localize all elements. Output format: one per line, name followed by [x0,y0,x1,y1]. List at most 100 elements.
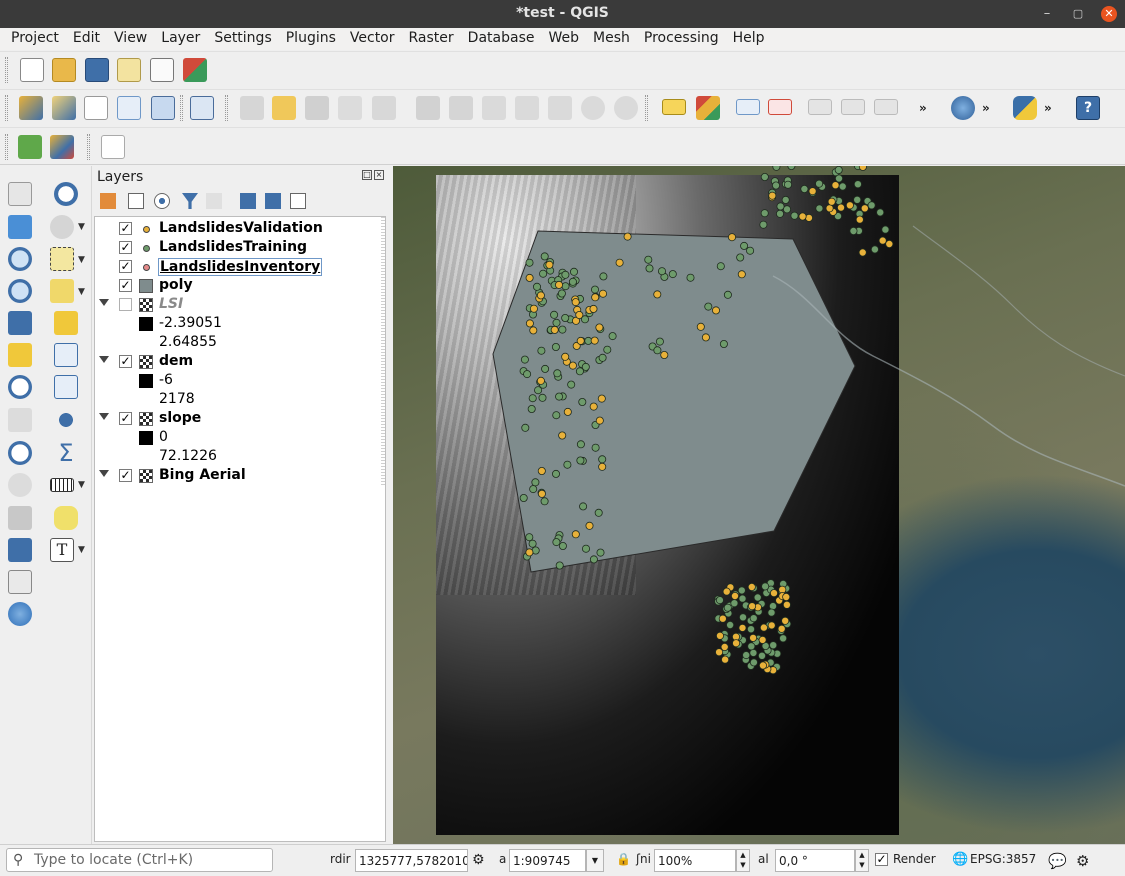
chevron-down-icon[interactable]: ▼ [78,287,85,297]
more-tools-icon[interactable]: » [982,101,990,115]
run-action-icon[interactable] [50,215,74,239]
filter-icon[interactable] [182,193,198,209]
menu-database[interactable]: Database [461,28,542,50]
filter-expression-icon[interactable] [206,193,222,209]
locator-search-icon[interactable] [18,135,42,159]
virtual-layer-icon[interactable] [151,96,175,120]
layer-row-landslides-validation[interactable]: ✓ LandslidesValidation [95,219,385,238]
profile-tool-icon[interactable] [101,135,125,159]
menu-settings[interactable]: Settings [207,28,278,50]
float-panel-icon[interactable]: □ [362,170,372,180]
edit-toggle-icon[interactable] [190,96,214,120]
redo-icon[interactable] [614,96,638,120]
toolbar-grip[interactable] [225,95,228,121]
remove-layer-icon[interactable] [290,193,306,209]
statistics-icon[interactable] [54,375,78,399]
close-icon[interactable]: ✕ [1101,6,1117,22]
layer-visibility-checkbox[interactable]: ✓ [119,412,132,425]
style-panel-icon[interactable] [100,193,116,209]
delete-icon[interactable] [449,96,473,120]
data-source-manager-icon[interactable] [19,96,43,120]
menu-processing[interactable]: Processing [637,28,726,50]
chevron-down-icon[interactable]: ▼ [78,255,85,265]
text-annotation-icon[interactable]: T [50,538,74,562]
scale-dropdown-icon[interactable]: ▼ [586,849,604,872]
paste-icon[interactable] [548,96,572,120]
layer-visibility-checkbox[interactable]: ✓ [119,241,132,254]
scale-field[interactable]: 1:909745 [509,849,586,872]
crs-label[interactable]: EPSG:3857 [970,852,1036,866]
measure-icon[interactable] [50,478,74,492]
zoom-to-layer-icon[interactable] [8,375,32,399]
menu-plugins[interactable]: Plugins [279,28,343,50]
add-group-icon[interactable] [128,193,144,209]
plugin-manager-icon[interactable]: ⚙ [1076,852,1089,870]
zoom-full-icon[interactable] [8,311,32,335]
toolbar-grip[interactable] [645,95,648,121]
layer-visibility-checkbox[interactable]: ✓ [119,222,132,235]
qgis-plugin-icon[interactable] [50,135,74,159]
select-by-value-icon[interactable] [50,279,74,303]
chevron-down-icon[interactable]: ▼ [78,222,85,232]
layer-row-dem[interactable]: ✓ dem [95,352,385,371]
chevron-down-icon[interactable]: ▼ [78,480,85,490]
zoom-in-icon[interactable] [8,247,32,271]
highlight-label-icon[interactable] [768,99,792,115]
save-edits-icon[interactable] [305,96,329,120]
rotation-field[interactable]: 0,0 ° [775,849,855,872]
layer-row-lsi[interactable]: ✓ LSI [95,295,385,314]
zoom-native-icon[interactable] [8,408,32,432]
bookmark-icon[interactable] [8,570,32,594]
render-checkbox[interactable]: ✓ [875,853,888,866]
expand-arrow-icon[interactable] [99,470,109,477]
layer-row-slope[interactable]: ✓ slope [95,409,385,428]
undo-icon[interactable] [581,96,605,120]
zoom-next-icon[interactable] [8,473,32,497]
toolbar-grip[interactable] [5,134,8,160]
new-geopackage-icon[interactable] [52,96,76,120]
layer-row-poly[interactable]: ✓ poly [95,276,385,295]
expand-arrow-icon[interactable] [99,299,109,306]
toolbar-grip[interactable] [87,134,90,160]
zoom-out-icon[interactable] [8,279,32,303]
layer-row-landslides-training[interactable]: ✓ LandslidesTraining [95,238,385,257]
save-as-icon[interactable] [117,58,141,82]
toggle-extents-icon[interactable]: ⚙ [472,852,485,868]
print-layout-icon[interactable] [150,58,174,82]
menu-mesh[interactable]: Mesh [586,28,637,50]
layer-row-bing-aerial[interactable]: ✓ Bing Aerial [95,466,385,485]
menu-edit[interactable]: Edit [66,28,107,50]
menu-raster[interactable]: Raster [402,28,461,50]
metasearch-icon[interactable] [951,96,975,120]
zoom-to-selection-icon[interactable] [8,343,32,367]
menu-project[interactable]: Project [4,28,66,50]
refresh-icon[interactable] [8,602,32,626]
label-icon[interactable] [662,99,686,115]
collapse-all-icon[interactable] [265,193,281,209]
lock-scale-icon[interactable]: 🔒 [616,852,631,866]
save-project-icon[interactable] [85,58,109,82]
new-shapefile-icon[interactable] [84,96,108,120]
vertex-tool-icon[interactable] [372,96,396,120]
copy-icon[interactable] [515,96,539,120]
diagram-icon[interactable] [696,96,720,120]
add-feature-icon[interactable] [338,96,362,120]
menu-view[interactable]: View [107,28,154,50]
crs-globe-icon[interactable]: 🌐 [952,852,968,867]
cut-icon[interactable] [482,96,506,120]
locator-search[interactable]: ⚲ Type to locate (Ctrl+K) [6,848,273,872]
expand-arrow-icon[interactable] [99,356,109,363]
menu-web[interactable]: Web [541,28,586,50]
more-tools-icon[interactable]: » [919,101,927,115]
rotation-spinner[interactable]: ▲ ▼ [855,849,869,872]
layer-visibility-checkbox[interactable]: ✓ [119,279,132,292]
menu-help[interactable]: Help [726,28,772,50]
pan-icon[interactable] [8,182,32,206]
zoom-last-icon[interactable] [8,441,32,465]
coordinate-field[interactable]: 1325777,5782010 [355,849,468,872]
minimize-icon[interactable]: – [1039,6,1055,22]
deselect-icon[interactable] [54,311,78,335]
new-project-icon[interactable] [20,58,44,82]
maximize-icon[interactable]: ▢ [1070,6,1086,22]
toolbar-grip[interactable] [180,95,183,121]
